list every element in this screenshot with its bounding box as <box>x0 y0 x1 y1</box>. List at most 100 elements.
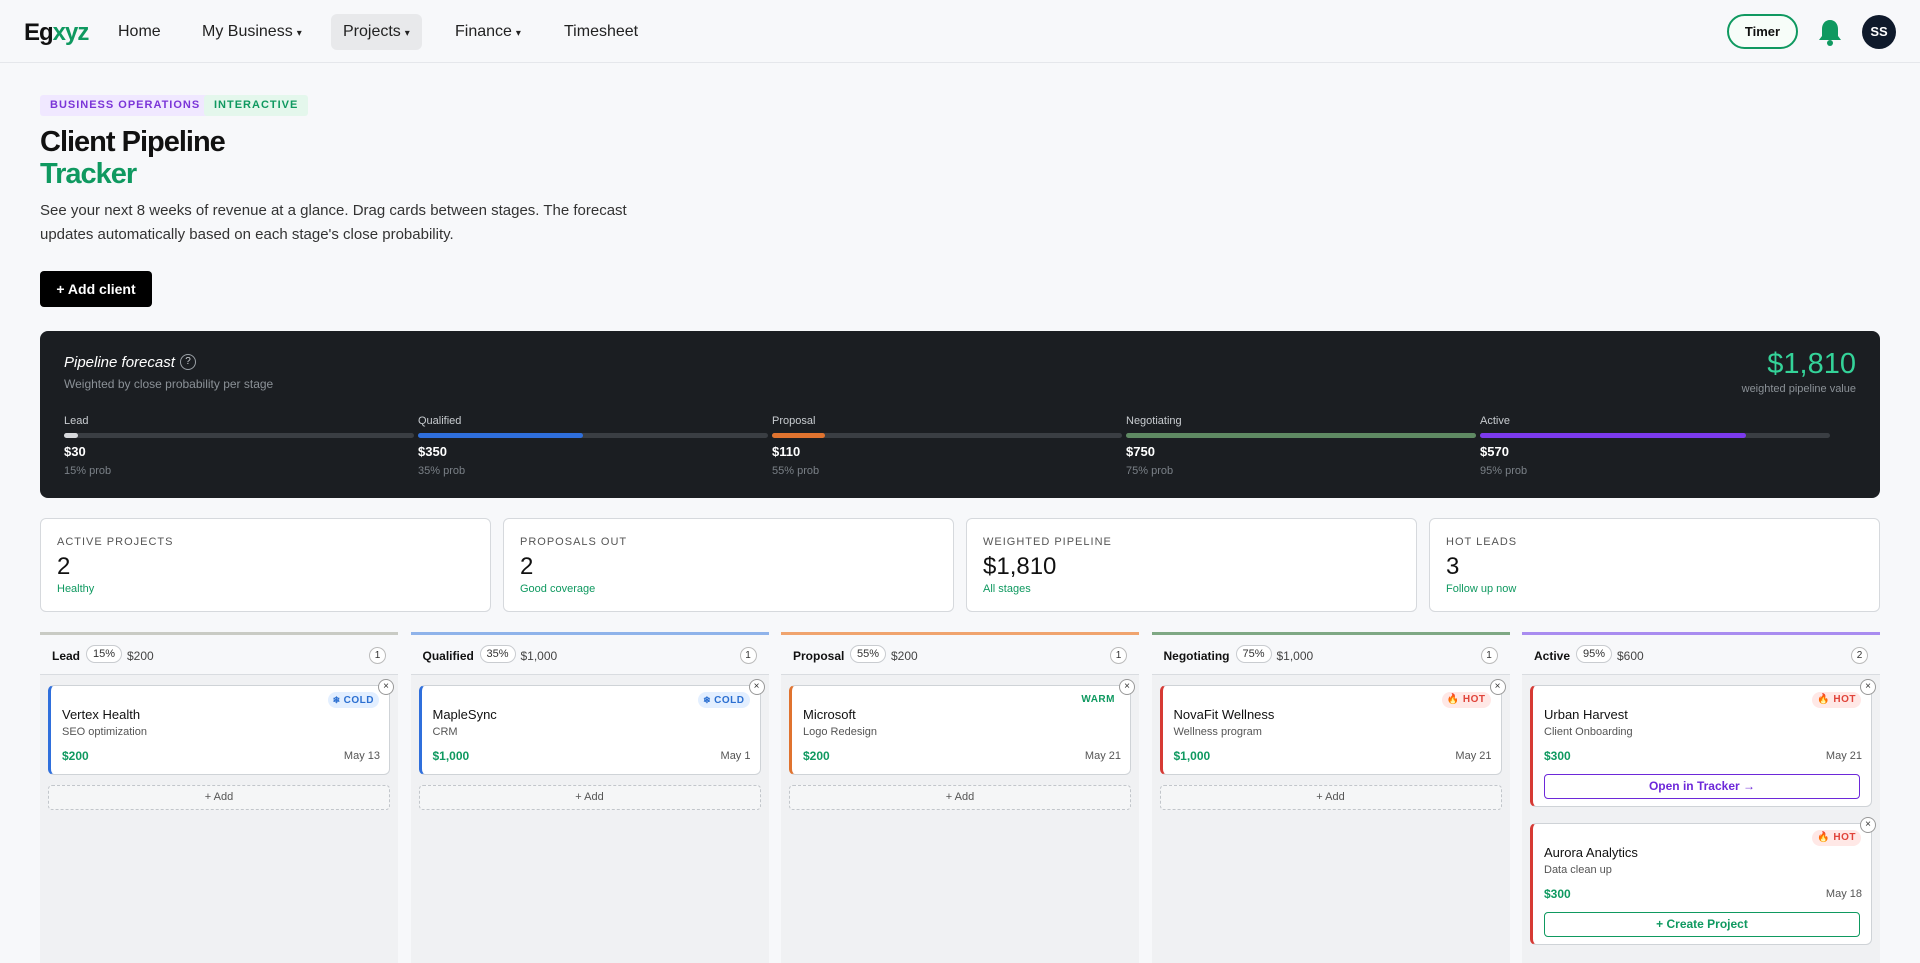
column-count-badge: 1 <box>739 647 757 664</box>
chevron-down-icon: ▾ <box>296 28 302 39</box>
nav-projects-label: Projects <box>343 23 401 40</box>
client-card[interactable]: × ❄ COLD MapleSync CRM $1,000 May 1 <box>418 679 765 775</box>
column-header: Active 95% $600 2 <box>1522 635 1880 675</box>
timer-button[interactable]: Timer <box>1727 14 1798 49</box>
column-amount: $200 <box>891 649 918 663</box>
close-icon[interactable]: × <box>748 679 765 695</box>
column-header: Lead 15% $200 1 <box>40 635 398 675</box>
stat-label: WEIGHTED PIPELINE <box>983 536 1112 548</box>
forecast-stage-value: $110 <box>772 444 801 459</box>
close-icon[interactable]: × <box>1860 679 1876 695</box>
close-icon[interactable]: × <box>1119 679 1135 695</box>
column-header: Qualified 35% $1,000 1 <box>410 635 769 675</box>
kanban-column: Proposal 55% $200 1 × WARM Microsoft Logo Redes… <box>781 632 1139 963</box>
snowflake-icon: ❄ <box>703 695 715 705</box>
nav-finance[interactable]: Finance ▾ <box>443 14 533 50</box>
add-card-button[interactable]: + Add <box>1159 785 1502 810</box>
close-icon[interactable]: × <box>1489 679 1506 695</box>
client-service: Wellness program <box>1173 726 1262 738</box>
forecast-stage-value: $750 <box>1126 444 1155 459</box>
add-card-button[interactable]: + Add <box>789 785 1131 810</box>
nav-timesheet[interactable]: Timesheet <box>552 14 650 50</box>
column-amount: $600 <box>1617 649 1644 663</box>
client-name: Microsoft <box>803 707 856 722</box>
client-date: May 21 <box>1455 750 1492 762</box>
forecast-stage-value: $570 <box>1480 444 1509 459</box>
client-card[interactable]: × WARM Microsoft Logo Redesign $200 May 21 <box>789 679 1135 775</box>
client-date: May 21 <box>1825 750 1862 762</box>
temperature-badge: 🔥 HOT <box>1812 692 1861 708</box>
nav-my-business[interactable]: My Business ▾ <box>190 14 314 50</box>
page-subtitle: See your next 8 weeks of revenue at a gl… <box>40 202 627 243</box>
stat-card: HOT LEADS 3 Follow up now <box>1429 518 1880 612</box>
tag-interactive: INTERACTIVE <box>204 95 309 116</box>
temperature-badge-label: 🔥 HOT <box>1446 694 1486 705</box>
client-amount: $1,000 <box>432 749 470 763</box>
forecast-total: $1,810 <box>1767 348 1856 380</box>
tag-business-operations: BUSINESS OPERATIONS <box>40 95 211 116</box>
forecast-stage: Lead $30 15% prob <box>64 415 414 477</box>
column-name: Lead <box>52 649 81 663</box>
kanban-column: Qualified 35% $1,000 1 × ❄ COLD MapleSync CRM $1… <box>410 632 769 963</box>
help-icon[interactable]: ? <box>180 354 196 370</box>
client-service: Logo Redesign <box>803 726 878 738</box>
forecast-stage-track <box>64 433 414 438</box>
logo-text-b: xyz <box>52 19 90 46</box>
stat-subtext: Good coverage <box>520 583 596 595</box>
close-icon[interactable]: × <box>378 679 394 695</box>
forecast-stage-track <box>1480 433 1830 438</box>
client-name: Aurora Analytics <box>1544 845 1638 860</box>
client-service: SEO optimization <box>62 726 147 738</box>
add-card-button[interactable]: + Add <box>418 785 761 810</box>
column-amount: $200 <box>127 649 154 663</box>
forecast-stage-fill <box>1126 433 1476 438</box>
client-date: May 13 <box>343 750 380 762</box>
client-name: Vertex Health <box>62 707 141 722</box>
avatar[interactable]: SS <box>1862 15 1896 49</box>
client-card[interactable]: × ❄ COLD Vertex Health SEO optimization $200… <box>48 679 394 775</box>
stat-label: ACTIVE PROJECTS <box>57 536 174 548</box>
close-icon[interactable]: × <box>1860 817 1876 833</box>
stat-label: PROPOSALS OUT <box>520 536 628 548</box>
stat-card: WEIGHTED PIPELINE $1,810 All stages <box>966 518 1417 612</box>
nav-home[interactable]: Home <box>106 14 173 50</box>
add-card-button[interactable]: + Add <box>48 785 390 810</box>
client-card[interactable]: × 🔥 HOT Aurora Analytics Data clean up $300 M… <box>1530 817 1876 945</box>
client-card[interactable]: × 🔥 HOT NovaFit Wellness Wellness program $1… <box>1159 679 1506 775</box>
bell-icon[interactable] <box>1817 18 1843 46</box>
column-probability-badge: 95% <box>1576 645 1613 663</box>
column-header: Proposal 55% $200 1 <box>781 635 1139 675</box>
temperature-badge: ❄ COLD <box>327 692 379 708</box>
forecast-stage: Proposal $110 55% prob <box>772 415 1122 477</box>
column-name: Proposal <box>793 649 845 663</box>
nav-finance-label: Finance <box>455 23 512 40</box>
add-client-button[interactable]: + Add client <box>40 271 152 307</box>
logo[interactable]: Egxyz <box>24 19 90 47</box>
stat-subtext: All stages <box>983 583 1031 595</box>
logo-text-a: Eg <box>24 19 54 46</box>
create-project-button[interactable]: + Create Project <box>1544 912 1860 937</box>
forecast-stage-fill <box>772 433 825 438</box>
forecast-stage-name: Active <box>1480 415 1510 427</box>
pipeline-forecast-panel: Pipeline forecast ? Weighted by close pr… <box>40 331 1880 498</box>
chevron-down-icon: ▾ <box>404 28 410 39</box>
client-amount: $300 <box>1544 887 1571 901</box>
temperature-badge-label: 🔥 HOT <box>1817 694 1856 705</box>
stat-value: 3 <box>1446 553 1460 580</box>
column-probability-badge: 55% <box>850 645 887 663</box>
client-name: NovaFit Wellness <box>1173 707 1275 722</box>
forecast-stage-name: Negotiating <box>1126 415 1182 427</box>
open-in-tracker-button[interactable]: Open in Tracker → <box>1544 774 1860 799</box>
column-probability-badge: 75% <box>1235 645 1272 663</box>
temperature-badge: ❄ COLD <box>698 692 750 708</box>
column-count-badge: 2 <box>1851 647 1868 664</box>
nav-projects[interactable]: Projects ▾ <box>331 14 422 50</box>
client-date: May 1 <box>720 750 751 762</box>
forecast-stage: Active $570 95% prob <box>1480 415 1830 477</box>
kanban-column: Lead 15% $200 1 × ❄ COLD Vertex Health SEO opti… <box>40 632 398 963</box>
stat-subtext: Healthy <box>57 583 95 595</box>
client-service: CRM <box>432 726 458 738</box>
forecast-stage: Negotiating $750 75% prob <box>1126 415 1476 477</box>
client-card[interactable]: × 🔥 HOT Urban Harvest Client Onboarding $300… <box>1530 679 1876 807</box>
forecast-total-label: weighted pipeline value <box>1741 383 1856 395</box>
